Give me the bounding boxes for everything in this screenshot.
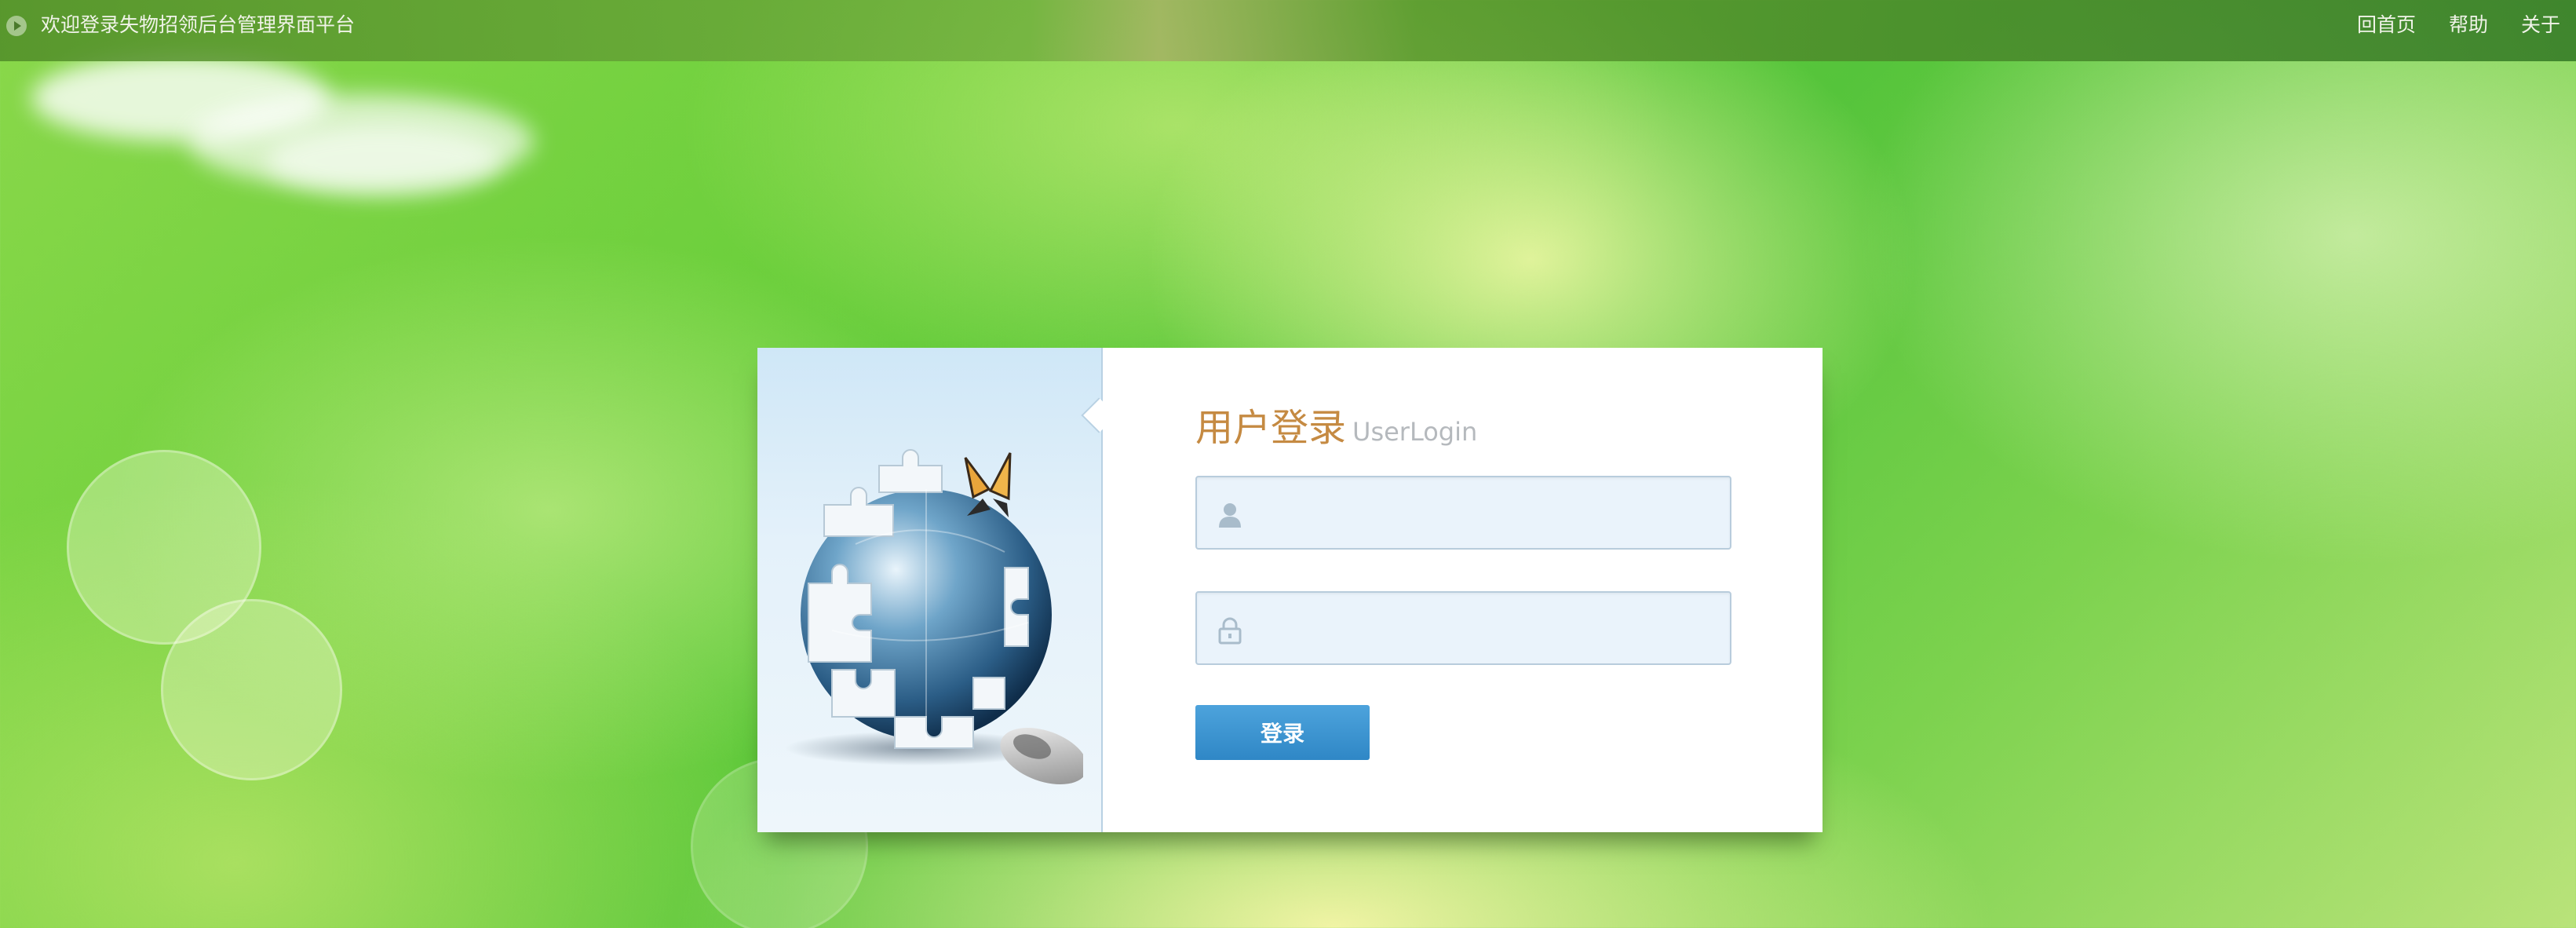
lock-icon bbox=[1216, 616, 1244, 645]
computer-mouse-illustration bbox=[1000, 727, 1088, 785]
help-link[interactable]: 帮助 bbox=[2449, 13, 2488, 38]
illustration-panel bbox=[757, 348, 1103, 832]
top-bar: 欢迎登录失物招领后台管理界面平台 回首页 帮助 关于 bbox=[0, 0, 2576, 61]
cloud-decoration bbox=[267, 126, 502, 196]
password-field[interactable] bbox=[1195, 591, 1731, 665]
bokeh-circle bbox=[161, 599, 342, 780]
login-button[interactable]: 登录 bbox=[1195, 705, 1370, 760]
home-link[interactable]: 回首页 bbox=[2357, 13, 2416, 38]
username-field[interactable] bbox=[1195, 476, 1731, 550]
login-title: 用户登录 UserLogin bbox=[1195, 396, 1477, 451]
about-link[interactable]: 关于 bbox=[2521, 13, 2560, 38]
puzzle-globe-illustration bbox=[777, 434, 1088, 795]
login-title-cn: 用户登录 bbox=[1195, 406, 1347, 450]
password-input[interactable] bbox=[1258, 593, 1724, 665]
login-title-en: UserLogin bbox=[1352, 417, 1478, 447]
play-circle-icon bbox=[6, 16, 27, 36]
user-icon bbox=[1216, 501, 1244, 529]
welcome-text: 欢迎登录失物招领后台管理界面平台 bbox=[41, 13, 356, 36]
username-input[interactable] bbox=[1258, 477, 1724, 550]
login-card: 用户登录 UserLogin 登录 bbox=[757, 348, 1823, 832]
top-nav: 回首页 帮助 关于 bbox=[2357, 13, 2560, 38]
